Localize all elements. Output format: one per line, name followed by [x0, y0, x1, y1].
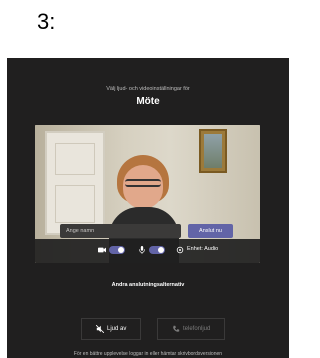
- video-door: [45, 131, 105, 235]
- speaker-off-icon: [96, 325, 104, 333]
- person-face: [123, 165, 163, 209]
- microphone-toggle[interactable]: [149, 246, 165, 254]
- device-settings-label[interactable]: Enhet: Audio: [187, 246, 218, 252]
- footer-hint: För en bättre upplevelse loggar in eller…: [73, 351, 223, 357]
- audio-off-option[interactable]: Ljud av: [81, 318, 142, 340]
- other-join-options-title: Andra anslutningsalternativ: [111, 282, 185, 288]
- teams-prejoin-screen: Välj ljud- och videoinställningar för Mö…: [7, 58, 289, 358]
- door-panel: [55, 143, 95, 175]
- camera-toggle[interactable]: [109, 246, 125, 254]
- name-input[interactable]: [60, 224, 181, 238]
- prejoin-subtitle: Välj ljud- och videoinställningar för: [106, 86, 190, 92]
- device-settings-icon[interactable]: [176, 246, 184, 254]
- video-preview: Anslut nu Enhet: Audio: [35, 125, 260, 263]
- picture: [204, 134, 222, 168]
- av-controls-bar: Enhet: Audio: [35, 239, 260, 263]
- phone-audio-label: telefonljud: [183, 326, 211, 332]
- audio-off-label: Ljud av: [107, 326, 127, 332]
- person-glasses: [125, 179, 161, 187]
- camera-icon: [98, 247, 106, 253]
- step-number: 3:: [37, 9, 56, 34]
- phone-icon: [173, 325, 180, 332]
- microphone-icon: [139, 246, 145, 254]
- phone-audio-option[interactable]: telefonljud: [157, 318, 226, 340]
- meeting-title: Möte: [136, 96, 160, 107]
- join-now-button[interactable]: Anslut nu: [188, 224, 233, 238]
- video-picture-frame: [199, 129, 227, 173]
- door-panel: [55, 185, 95, 223]
